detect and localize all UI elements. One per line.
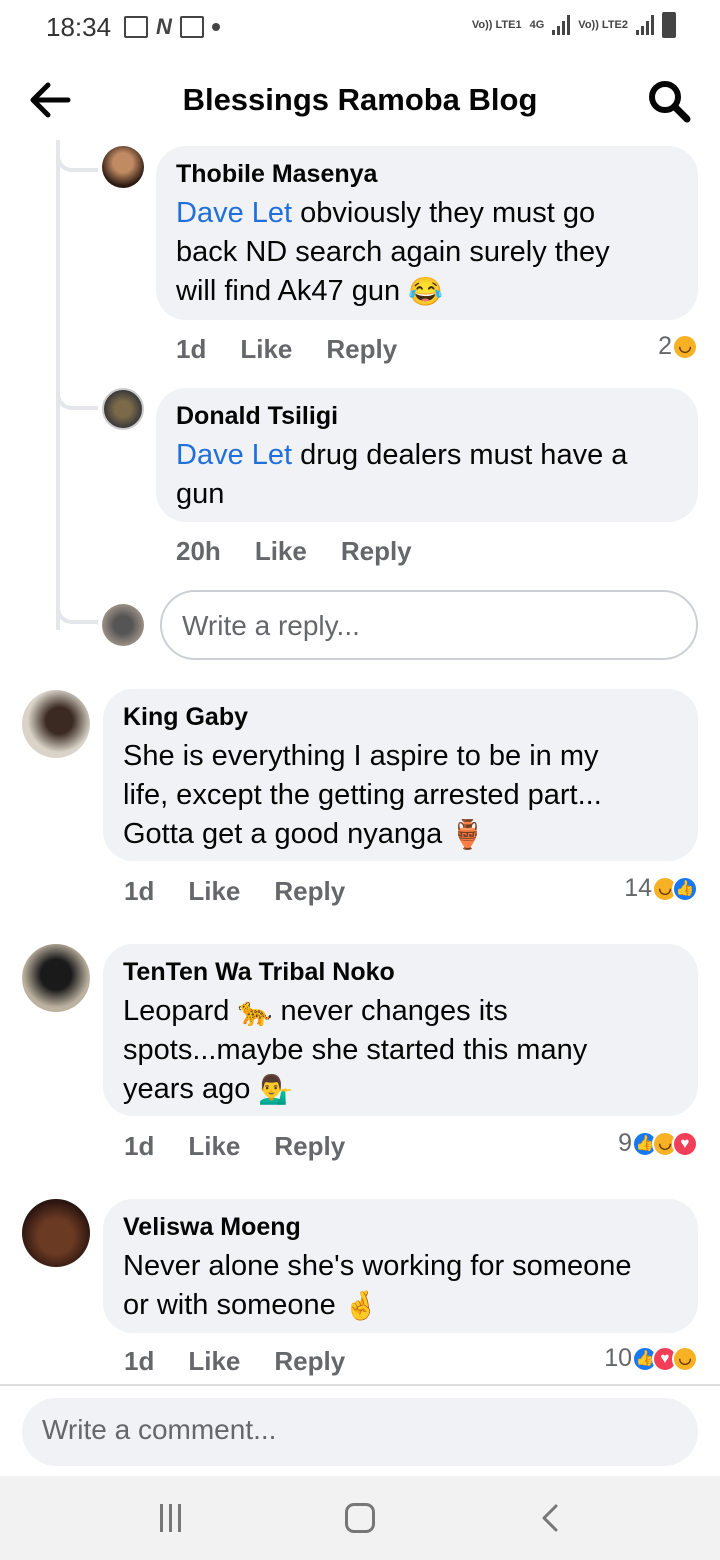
reply-bubble: Donald Tsiligi Dave Let drug dealers mus… [156, 388, 698, 522]
mention-link[interactable]: Dave Let [176, 197, 292, 229]
reaction-summary[interactable]: 14 ◡ 👍 [624, 874, 698, 903]
like-button[interactable]: Like [255, 536, 307, 567]
reaction-summary[interactable]: 2 ◡ [658, 332, 698, 361]
reply-input[interactable]: Write a reply... [160, 590, 698, 660]
home-icon[interactable] [345, 1503, 375, 1533]
reply-button[interactable]: Reply [274, 1346, 345, 1377]
reaction-count: 14 [624, 874, 652, 902]
thread-branch [56, 598, 98, 624]
crossed-fingers-emoji: 🤞 [343, 1290, 379, 1322]
app-header: Blessings Ramoba Blog [0, 62, 720, 136]
sim2-label: Vo)) LTE2 [578, 19, 628, 31]
reply-button[interactable]: Reply [341, 536, 412, 567]
comment-text: Leopard 🐆 never changes its spots...mayb… [123, 995, 588, 1106]
comment-bubble: TenTen Wa Tribal Noko Leopard 🐆 never ch… [103, 944, 698, 1116]
mention-link[interactable]: Dave Let [176, 439, 292, 471]
network-type: 4G [529, 19, 545, 31]
like-button[interactable]: Like [188, 876, 240, 907]
avatar[interactable] [102, 146, 144, 188]
comment-author[interactable]: King Gaby [123, 703, 248, 732]
like-icon: 👍 [672, 875, 698, 902]
signal-1-icon [552, 15, 571, 35]
reaction-count: 9 [618, 1129, 632, 1157]
system-nav-bar [0, 1476, 720, 1560]
page-title: Blessings Ramoba Blog [182, 82, 538, 117]
reply-text: Dave Let obviously they must go back ND … [176, 197, 610, 308]
reply-button[interactable]: Reply [274, 876, 345, 907]
network-indicators: Vo)) LTE1 4G Vo)) LTE2 [472, 12, 676, 38]
notification-icons: N [124, 14, 220, 40]
status-time: 18:34 [46, 12, 112, 42]
reply-actions: 1d Like Reply [176, 334, 397, 365]
person-tipping-hand-emoji: 💁‍♂️ [258, 1074, 294, 1106]
reply-author[interactable]: Donald Tsiligi [176, 402, 338, 431]
reaction-summary[interactable]: 9 👍 ◡ ♥ [618, 1129, 698, 1158]
netflix-icon: N [156, 14, 172, 39]
signal-2-icon [636, 15, 654, 35]
reply-text: Dave Let drug dealers must have a gun [176, 439, 628, 510]
thread-branch [56, 384, 98, 410]
gallery-icon [124, 16, 148, 38]
sim1-label: Vo)) LTE1 [471, 19, 522, 31]
love-icon: ♥ [672, 1130, 698, 1157]
app-grid-icon [179, 16, 204, 38]
comment-bubble: Veliswa Moeng Never alone she's working … [103, 1199, 698, 1333]
like-button[interactable]: Like [188, 1346, 240, 1377]
reply-time[interactable]: 20h [176, 536, 221, 567]
reply-bubble: Thobile Masenya Dave Let obviously they … [156, 146, 698, 320]
back-icon[interactable] [538, 1504, 564, 1532]
status-bar: 18:34 N Vo)) LTE1 4G Vo)) LTE2 [0, 0, 720, 56]
reply-time[interactable]: 1d [176, 334, 206, 365]
reply-actions: 20h Like Reply [176, 536, 412, 567]
comment-time[interactable]: 1d [124, 1346, 154, 1377]
comment-bubble: King Gaby She is everything I aspire to … [103, 689, 698, 861]
comment-time[interactable]: 1d [124, 1131, 154, 1162]
like-button[interactable]: Like [188, 1131, 240, 1162]
leopard-emoji: 🐆 [237, 996, 273, 1028]
like-button[interactable]: Like [240, 334, 292, 365]
recent-apps-icon[interactable] [160, 1504, 188, 1532]
search-icon[interactable] [646, 78, 692, 124]
avatar[interactable] [22, 690, 90, 758]
battery-icon [662, 12, 676, 38]
comment-text: She is everything I aspire to be in my l… [123, 740, 602, 851]
comment-author[interactable]: Veliswa Moeng [123, 1213, 301, 1242]
avatar[interactable] [22, 1199, 90, 1267]
reply-author[interactable]: Thobile Masenya [176, 160, 377, 189]
comment-author[interactable]: TenTen Wa Tribal Noko [123, 958, 395, 987]
comment-actions: 1d Like Reply [124, 1131, 345, 1162]
more-notifications-icon [211, 23, 220, 31]
comment-actions: 1d Like Reply [124, 876, 345, 907]
comment-text: Never alone she's working for someone or… [123, 1250, 632, 1322]
vase-emoji: 🏺 [450, 819, 486, 851]
comment-time[interactable]: 1d [124, 876, 154, 907]
my-avatar [102, 604, 144, 646]
thread-branch [56, 146, 98, 172]
haha-icon: ◡ [672, 333, 698, 360]
comment-input[interactable]: Write a comment... [22, 1398, 698, 1466]
reply-button[interactable]: Reply [274, 1131, 345, 1162]
reaction-count: 2 [658, 332, 672, 360]
comment-composer: Write a comment... [0, 1384, 720, 1476]
comment-actions: 1d Like Reply [124, 1346, 345, 1377]
joy-emoji: 😂 [408, 276, 444, 308]
reaction-count: 10 [604, 1344, 632, 1372]
reply-button[interactable]: Reply [326, 334, 397, 365]
haha-icon: ◡ [672, 1345, 698, 1372]
avatar[interactable] [22, 944, 90, 1012]
reaction-summary[interactable]: 10 👍 ♥ ◡ [604, 1344, 698, 1373]
avatar[interactable] [102, 388, 144, 430]
